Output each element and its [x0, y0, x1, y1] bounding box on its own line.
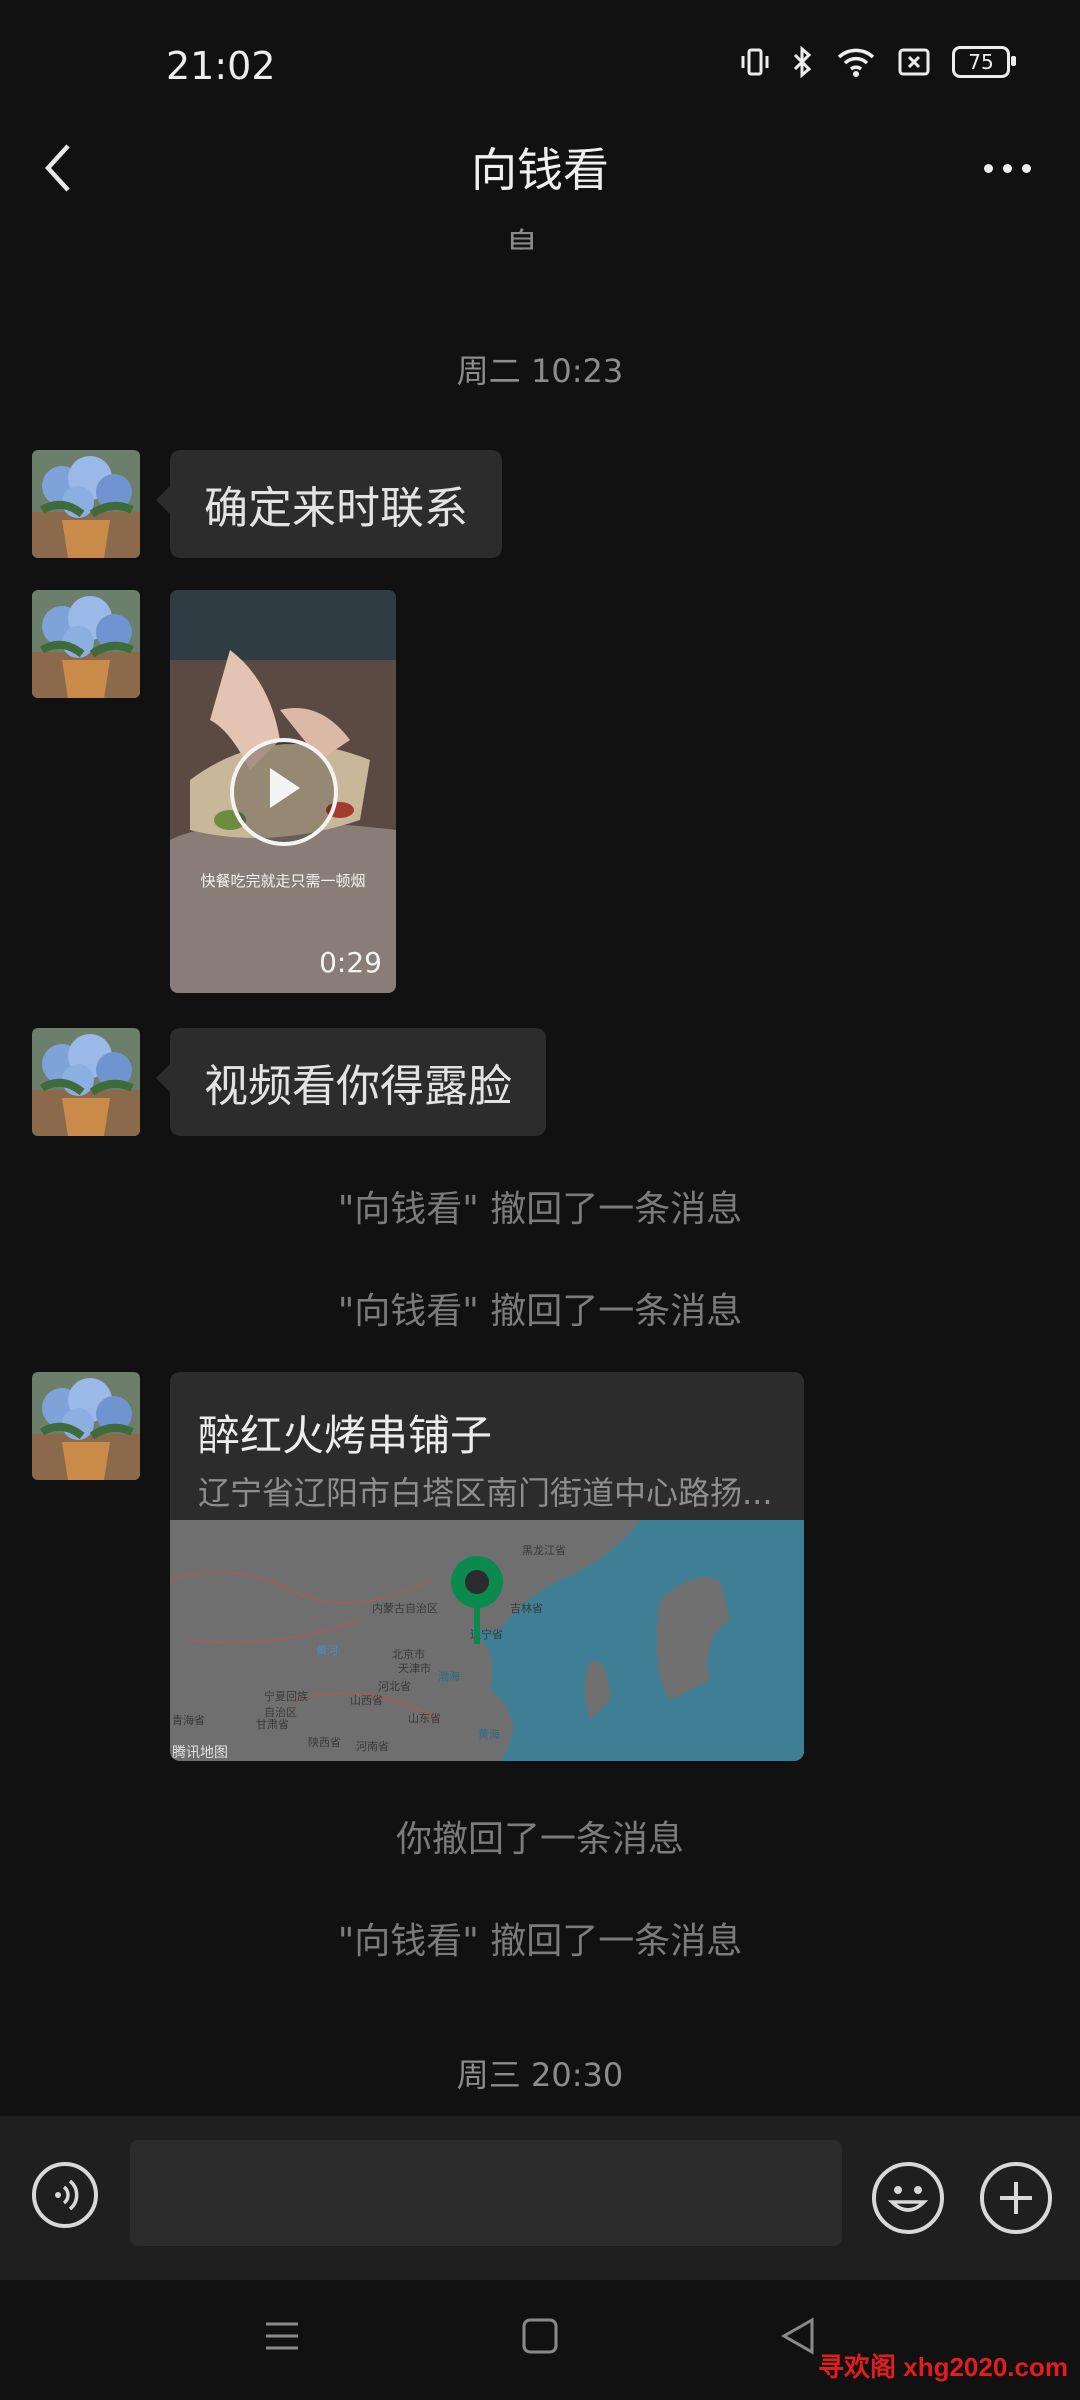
avatar[interactable]	[32, 590, 140, 698]
location-map: 黑龙江省 吉林省 内蒙古自治区 辽宁省 北京市 天津市 河北省 宁夏回族自治区 …	[170, 1520, 804, 1761]
avatar[interactable]	[32, 450, 140, 558]
map-label: 天津市	[398, 1662, 431, 1675]
video-message[interactable]: 快餐吃完就走只需一顿烟 0:29	[170, 590, 396, 993]
map-label: 陕西省	[308, 1736, 341, 1749]
back-nav-icon[interactable]	[778, 2316, 818, 2356]
status-time: 21:02	[166, 44, 276, 88]
message-bubble[interactable]: 视频看你得露脸	[156, 1028, 546, 1136]
recall-notice: "向钱看" 撤回了一条消息	[337, 1921, 743, 1962]
bluetooth-icon	[793, 46, 812, 78]
recall-notice: "向钱看" 撤回了一条消息	[337, 1189, 743, 1230]
chat-title: 向钱看	[471, 143, 609, 197]
watermark: 寻欢阁 xhg2020.com	[818, 2352, 1068, 2382]
clipped-message-text: 息。	[503, 227, 576, 250]
map-label: 黄河	[316, 1644, 338, 1657]
video-duration: 0:29	[319, 946, 382, 979]
menu-icon[interactable]	[262, 2316, 302, 2356]
map-label: 山东省	[408, 1712, 441, 1725]
avatar[interactable]	[32, 1372, 140, 1480]
status-icons: 75	[740, 46, 1016, 78]
timestamp: 周二 10:23	[456, 352, 624, 390]
map-label: 内蒙古自治区	[372, 1602, 438, 1615]
emoji-icon[interactable]	[872, 2162, 944, 2234]
system-nav-bar: 寻欢阁 xhg2020.com	[0, 2280, 1080, 2400]
vibrate-icon	[741, 48, 769, 76]
map-label: 青海省	[172, 1714, 205, 1727]
more-options-icon[interactable]	[984, 148, 1044, 188]
map-label: 吉林省	[510, 1602, 543, 1615]
video-caption: 快餐吃完就走只需一顿烟	[200, 872, 366, 890]
no-sim-icon	[898, 48, 930, 76]
map-pin-icon	[451, 1556, 503, 1644]
location-name: 醉红火烤串铺子	[198, 1411, 493, 1460]
recall-notice: "向钱看" 撤回了一条消息	[337, 1291, 743, 1332]
map-label: 黄海	[478, 1728, 500, 1741]
location-message[interactable]: 醉红火烤串铺子 辽宁省辽阳市白塔区南门街道中心路扬... 黑龙江省 吉林省 内蒙…	[170, 1372, 804, 1761]
map-label: 黑龙江省	[522, 1544, 566, 1557]
location-address: 辽宁省辽阳市白塔区南门街道中心路扬...	[198, 1474, 773, 1512]
message-bubble[interactable]: 确定来时联系	[156, 450, 502, 558]
map-label: 河南省	[356, 1740, 389, 1753]
map-credit: 腾讯地图	[172, 1745, 228, 1761]
play-icon[interactable]	[230, 738, 338, 846]
avatar[interactable]	[32, 1028, 140, 1136]
message-text: 视频看你得露脸	[204, 1061, 512, 1112]
battery-icon: 75	[952, 46, 1016, 78]
message-text: 确定来时联系	[204, 483, 468, 534]
voice-icon[interactable]	[32, 2162, 98, 2228]
home-icon[interactable]	[520, 2316, 560, 2356]
input-bar	[0, 2116, 1080, 2280]
map-label: 渤海	[438, 1670, 460, 1683]
message-input[interactable]	[130, 2140, 842, 2246]
timestamp: 周三 20:30	[456, 2056, 624, 2094]
recall-notice: 你撤回了一条消息	[395, 1819, 684, 1860]
wifi-icon	[837, 48, 875, 77]
map-label: 甘肃省	[256, 1718, 289, 1731]
map-label: 山西省	[350, 1694, 383, 1707]
add-icon[interactable]	[980, 2162, 1052, 2234]
